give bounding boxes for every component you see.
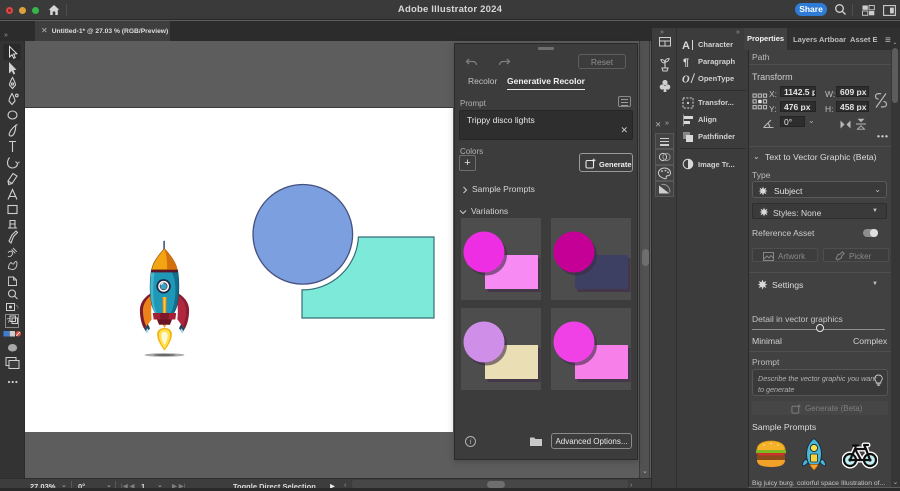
svg-text:¶: ¶ (683, 57, 689, 67)
svg-text:O: O (682, 75, 690, 85)
svg-text:A: A (682, 40, 690, 51)
